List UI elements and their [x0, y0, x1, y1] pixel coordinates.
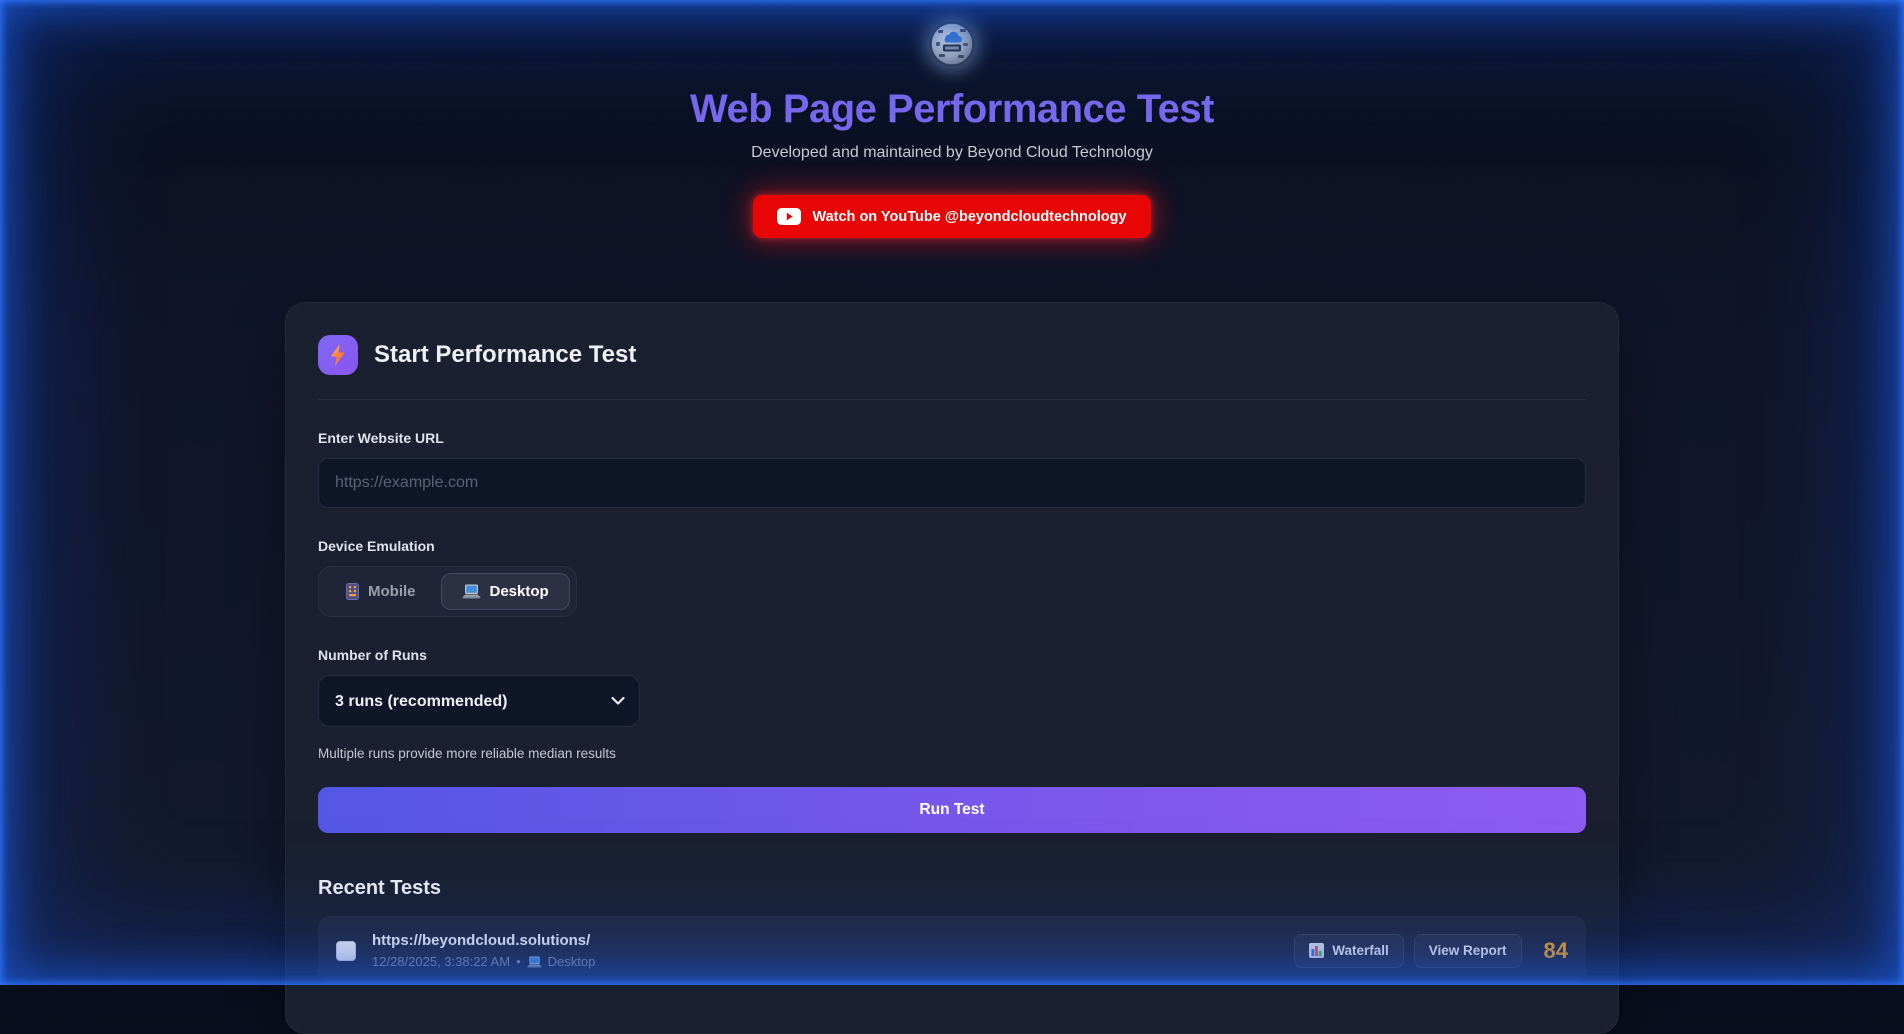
header-divider	[318, 399, 1586, 400]
waterfall-label: Waterfall	[1332, 943, 1389, 958]
card-header: Start Performance Test	[318, 335, 1586, 375]
mobile-toggle-label: Mobile	[368, 583, 416, 600]
meta-separator: •	[516, 954, 521, 969]
desktop-toggle-button[interactable]: Desktop	[441, 573, 570, 610]
view-report-label: View Report	[1429, 943, 1507, 958]
desktop-toggle-label: Desktop	[490, 583, 549, 600]
bar-chart-icon	[1309, 943, 1324, 958]
recent-test-info: https://beyondcloud.solutions/ 12/28/202…	[336, 932, 1294, 969]
url-field-label: Enter Website URL	[318, 430, 1586, 446]
website-url-input[interactable]	[318, 458, 1586, 508]
runs-label: Number of Runs	[318, 647, 1586, 663]
performance-score-badge: 84	[1544, 938, 1568, 964]
recent-test-url: https://beyondcloud.solutions/	[372, 932, 595, 949]
waterfall-button[interactable]: Waterfall	[1294, 934, 1404, 968]
laptop-icon	[462, 584, 481, 599]
run-test-button[interactable]: Run Test	[318, 787, 1586, 833]
device-emulation-label: Device Emulation	[318, 538, 1586, 554]
page-title: Web Page Performance Test	[285, 87, 1619, 132]
lightning-bolt-icon	[318, 335, 358, 375]
page-subtitle: Developed and maintained by Beyond Cloud…	[285, 144, 1619, 162]
beyond-cloud-logo-icon	[930, 22, 974, 66]
view-report-button[interactable]: View Report	[1414, 934, 1522, 968]
recent-tests-heading: Recent Tests	[318, 877, 1586, 900]
recent-test-text: https://beyondcloud.solutions/ 12/28/202…	[372, 932, 595, 969]
recent-test-row: https://beyondcloud.solutions/ 12/28/202…	[318, 916, 1586, 985]
youtube-button-row: Watch on YouTube @beyondcloudtechnology	[285, 195, 1619, 238]
laptop-icon-small	[527, 956, 542, 968]
performance-test-card: Start Performance Test Enter Website URL…	[285, 302, 1619, 1034]
recent-test-meta: 12/28/2025, 3:38:22 AM • Desktop	[372, 954, 595, 969]
hero-header: Web Page Performance Test Developed and …	[285, 0, 1619, 162]
page-content: Web Page Performance Test Developed and …	[285, 0, 1619, 1034]
recent-test-checkbox[interactable]	[336, 941, 356, 961]
watch-youtube-button[interactable]: Watch on YouTube @beyondcloudtechnology	[753, 195, 1150, 238]
youtube-play-icon	[777, 208, 801, 225]
card-title: Start Performance Test	[374, 341, 636, 369]
runs-select-wrap: 3 runs (recommended)	[318, 675, 640, 727]
recent-test-timestamp: 12/28/2025, 3:38:22 AM	[372, 954, 510, 969]
watch-youtube-label: Watch on YouTube @beyondcloudtechnology	[812, 209, 1126, 225]
runs-helper-text: Multiple runs provide more reliable medi…	[318, 746, 1586, 761]
device-toggle-group: Mobile Desktop	[318, 566, 577, 617]
runs-select[interactable]: 3 runs (recommended)	[318, 675, 640, 727]
mobile-phone-icon	[346, 583, 359, 600]
recent-test-actions: Waterfall View Report 84	[1294, 934, 1568, 968]
recent-test-device: Desktop	[548, 954, 596, 969]
mobile-toggle-button[interactable]: Mobile	[325, 573, 437, 610]
